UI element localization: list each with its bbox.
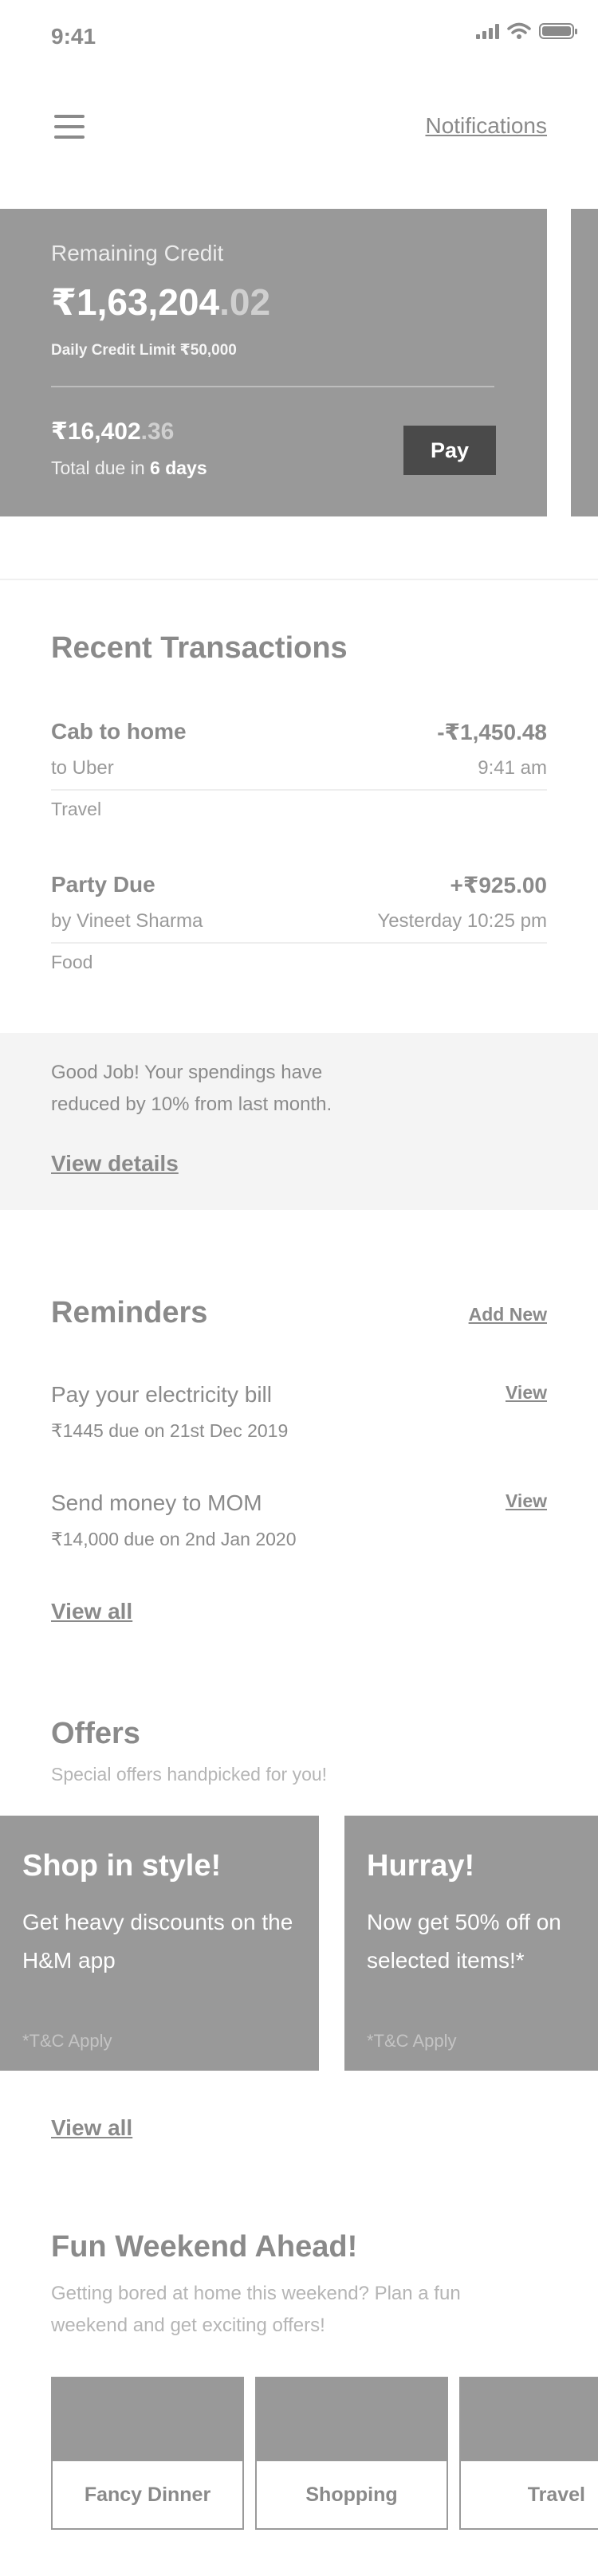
currency-symbol: ₹ [51, 281, 77, 323]
fun-card-image [461, 2378, 598, 2461]
transaction-sub: to Uber [51, 757, 114, 779]
total-due-label: Total due in 6 days [51, 457, 207, 479]
spending-insight-banner: Good Job! Your spendings have reduced by… [0, 1033, 598, 1210]
section-divider [0, 579, 598, 580]
offer-terms: *T&C Apply [22, 2031, 112, 2051]
transaction-category: Food [51, 952, 93, 972]
reminder-view-link[interactable]: View [506, 1382, 547, 1404]
due-decimal: .36 [140, 418, 175, 445]
transaction-time: 9:41 am [478, 757, 547, 779]
pay-button[interactable]: Pay [403, 426, 496, 475]
next-card-peek[interactable] [571, 209, 598, 516]
view-details-link[interactable]: View details [51, 1151, 179, 1176]
reminder-title: Pay your electricity bill [51, 1382, 272, 1407]
status-time: 9:41 [51, 24, 96, 49]
amount-main: 1,63,204 [77, 281, 220, 323]
fun-card-label: Fancy Dinner [84, 2483, 211, 2506]
reminder-sub: ₹14,000 due on 2nd Jan 2020 [51, 1529, 297, 1549]
reminders-title: Reminders [51, 1296, 208, 1329]
reminder-title: Send money to MOM [51, 1490, 262, 1515]
wifi-icon [507, 22, 531, 39]
daily-limit-value: ₹50,000 [179, 342, 237, 359]
currency-symbol: ₹ [51, 418, 68, 445]
fun-card-image [53, 2378, 242, 2461]
offers-subtitle: Special offers handpicked for you! [51, 1764, 328, 1785]
reminder-view-link[interactable]: View [506, 1490, 547, 1512]
recent-transactions-title: Recent Transactions [51, 631, 348, 665]
fun-weekend-title: Fun Weekend Ahead! [51, 2230, 358, 2264]
transaction-amount: -₹1,450.48 [437, 720, 547, 744]
fun-card-label: Shopping [305, 2483, 398, 2506]
transaction-divider [51, 789, 547, 791]
transaction-amount: +₹925.00 [450, 873, 547, 897]
remaining-credit-amount: ₹1,63,204.02 [51, 281, 270, 324]
due-main: 16,402 [67, 418, 141, 445]
remaining-credit-label: Remaining Credit [51, 241, 224, 265]
fun-card-travel[interactable]: Travel [459, 2377, 598, 2530]
offer-description: Now get 50% off on selected items!* [367, 1910, 561, 1973]
credit-card[interactable]: Remaining Credit ₹1,63,204.02 Daily Cred… [0, 209, 547, 516]
daily-limit-label: Daily Credit Limit [51, 342, 176, 359]
offer-description: Get heavy discounts on the H&M app [22, 1910, 293, 1973]
notifications-link[interactable]: Notifications [425, 113, 547, 139]
fun-card-fancy-dinner[interactable]: Fancy Dinner [51, 2377, 244, 2530]
add-new-link[interactable]: Add New [469, 1304, 547, 1325]
offers-title: Offers [51, 1717, 140, 1750]
due-label-prefix: Total due in [51, 457, 145, 478]
transaction-time: Yesterday 10:25 pm [377, 910, 547, 932]
total-due-amount: ₹16,402.36 [51, 418, 174, 446]
reminders-view-all-link[interactable]: View all [51, 1599, 132, 1624]
card-divider [51, 386, 494, 387]
offers-view-all-link[interactable]: View all [51, 2115, 132, 2141]
signal-icon [476, 23, 499, 39]
fun-card-image [257, 2378, 447, 2461]
fun-weekend-description: Getting bored at home this weekend? Plan… [51, 2283, 461, 2336]
offer-terms: *T&C Apply [367, 2031, 457, 2051]
offer-title: Hurray! [367, 1849, 475, 1883]
daily-credit-limit: Daily Credit Limit ₹50,000 [51, 341, 237, 359]
transaction-category: Travel [51, 799, 102, 819]
offer-title: Shop in style! [22, 1849, 222, 1883]
hamburger-menu-icon[interactable] [54, 115, 85, 139]
fun-card-label: Travel [527, 2483, 585, 2506]
reminder-sub: ₹1445 due on 21st Dec 2019 [51, 1420, 289, 1441]
due-days: 6 days [150, 457, 207, 478]
fun-card-shopping[interactable]: Shopping [255, 2377, 448, 2530]
insight-text: Good Job! Your spendings have reduced by… [51, 1062, 332, 1115]
transaction-divider [51, 942, 547, 944]
battery-icon [539, 23, 577, 39]
transaction-title[interactable]: Cab to home [51, 719, 187, 744]
transaction-title[interactable]: Party Due [51, 872, 155, 897]
offer-card[interactable]: Shop in style! Get heavy discounts on th… [0, 1816, 319, 2071]
status-icons [476, 22, 577, 40]
amount-decimal: .02 [219, 281, 271, 323]
transaction-sub: by Vineet Sharma [51, 910, 203, 932]
offer-card[interactable]: Hurray! Now get 50% off on selected item… [344, 1816, 598, 2071]
